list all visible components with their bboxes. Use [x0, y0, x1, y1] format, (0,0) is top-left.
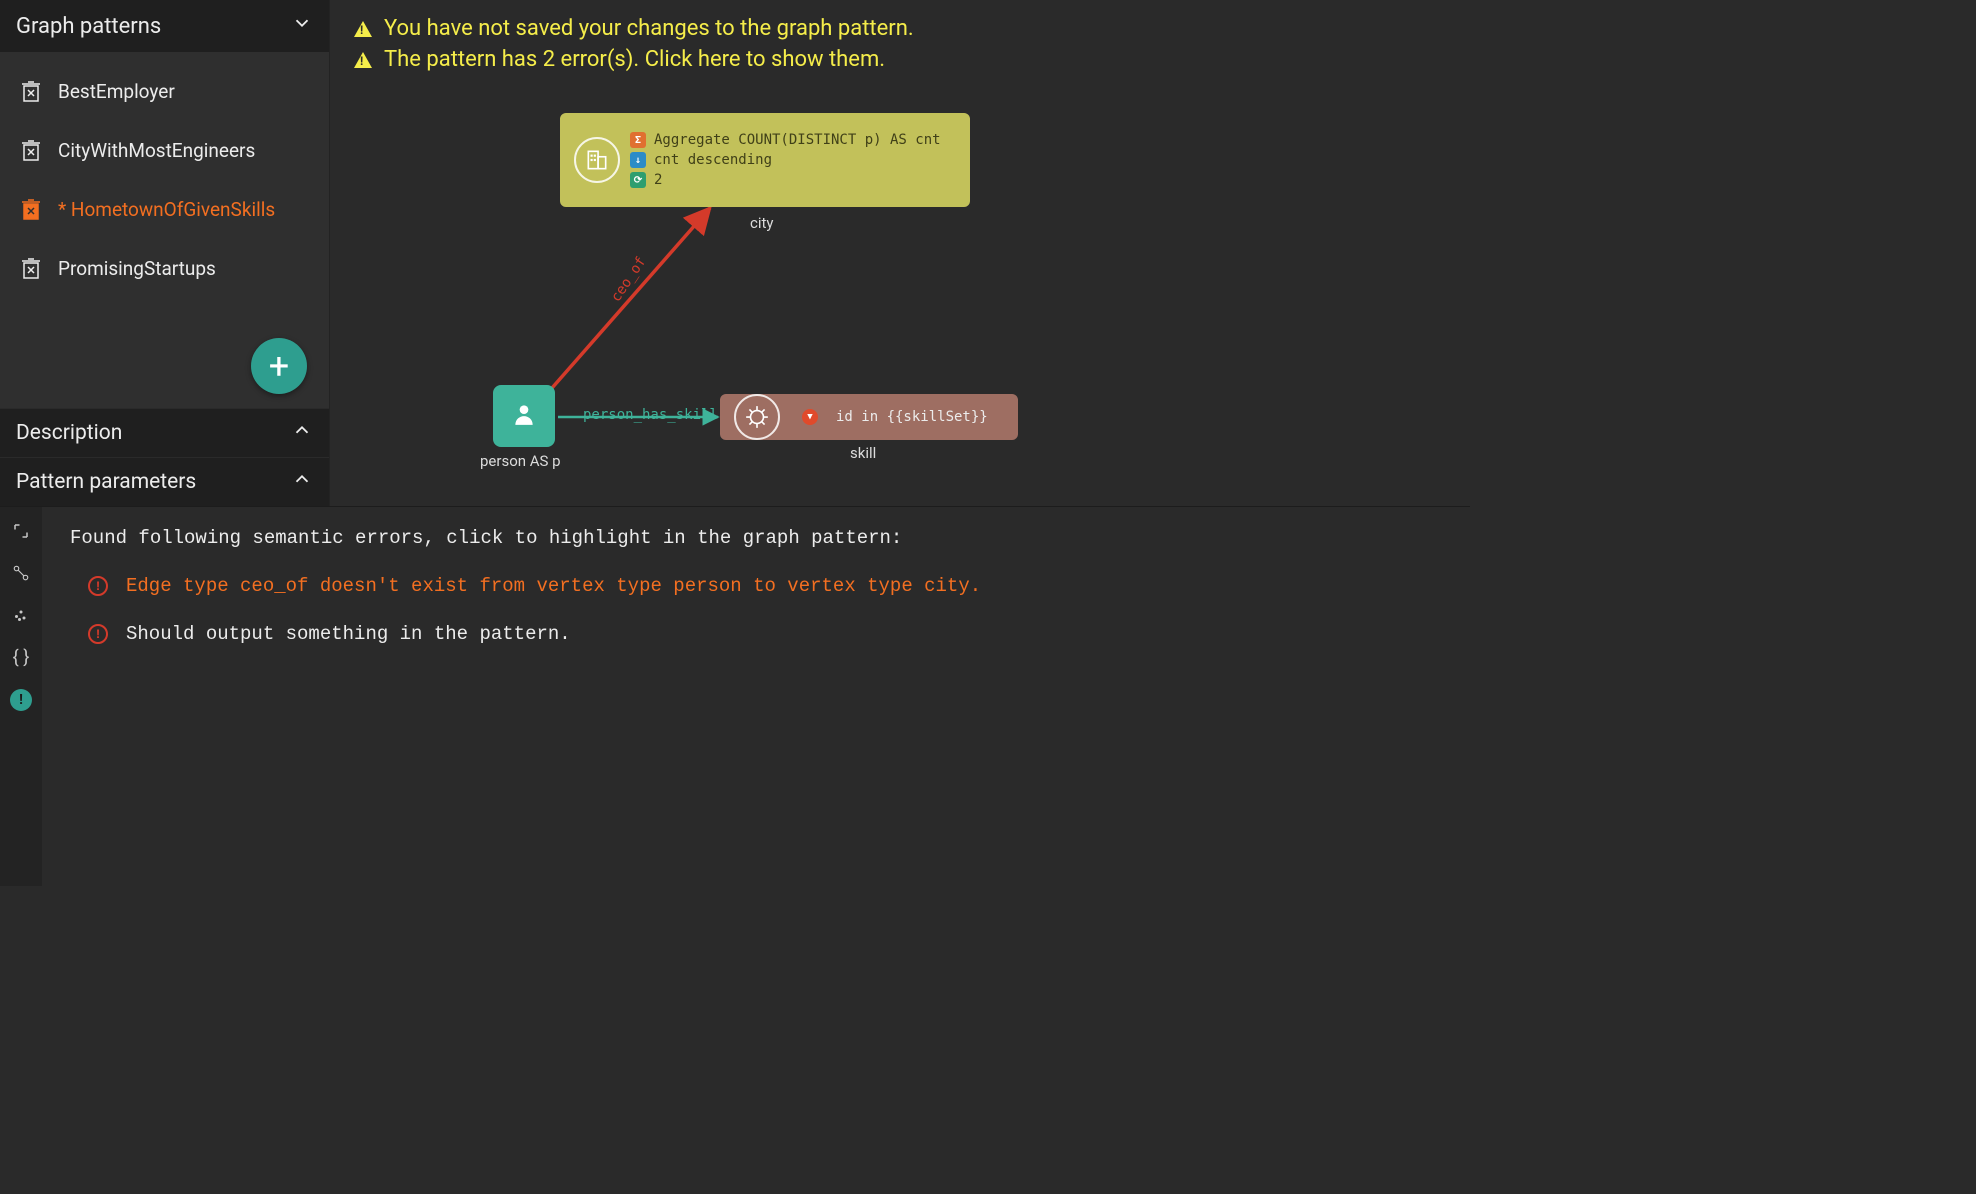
warning-banner: You have not saved your changes to the g…	[354, 16, 914, 72]
graph-canvas[interactable]: You have not saved your changes to the g…	[330, 0, 1470, 506]
banner-errors[interactable]: The pattern has 2 error(s). Click here t…	[354, 47, 914, 72]
node-skill-label: skill	[850, 444, 876, 462]
errors-title: Found following semantic errors, click t…	[70, 527, 1442, 549]
sort-text: cnt descending	[654, 152, 772, 168]
sidebar-section-pattern-parameters[interactable]: Pattern parameters	[0, 457, 329, 506]
section-label: Pattern parameters	[16, 470, 196, 494]
sidebar-item-citywithmostengineers[interactable]: CityWithMostEngineers	[0, 121, 329, 180]
sidebar: Graph patterns BestEmployer CityWithMost	[0, 0, 330, 506]
sidebar-item-promisingstartups[interactable]: PromisingStartups	[0, 239, 329, 298]
warning-icon	[354, 52, 372, 68]
error-icon: !	[88, 576, 108, 596]
edge-label-person-has-skill[interactable]: person_has_skill	[583, 407, 718, 423]
sort-icon: ↓	[630, 152, 646, 168]
error-row[interactable]: ! Should output something in the pattern…	[70, 623, 1442, 645]
node-person[interactable]	[493, 385, 555, 447]
node-city-details: Σ Aggregate COUNT(DISTINCT p) AS cnt ↓ cnt…	[630, 132, 941, 188]
banner-text: The pattern has 2 error(s). Click here t…	[384, 47, 885, 72]
add-pattern-button[interactable]: +	[251, 338, 307, 394]
banner-text: You have not saved your changes to the g…	[384, 16, 914, 41]
aggregate-icon: Σ	[630, 132, 646, 148]
plus-icon: +	[269, 345, 289, 387]
sidebar-item-bestemployer[interactable]: BestEmployer	[0, 62, 329, 121]
chip-icon	[734, 394, 780, 440]
skill-filter-text: id in {{skillSet}}	[836, 409, 988, 425]
trash-icon[interactable]	[22, 199, 40, 221]
sidebar-section-description[interactable]: Description	[0, 408, 329, 457]
node-person-label: person AS p	[480, 452, 561, 470]
person-icon	[511, 401, 537, 431]
error-message: Edge type ceo_of doesn't exist from vert…	[126, 575, 981, 597]
trash-icon[interactable]	[22, 258, 40, 280]
chevron-up-icon	[291, 419, 313, 447]
warning-icon	[354, 21, 372, 37]
errors-list: Found following semantic errors, click t…	[42, 507, 1470, 886]
aggregate-text: Aggregate COUNT(DISTINCT p) AS cnt	[654, 132, 941, 148]
trash-icon[interactable]	[22, 140, 40, 162]
node-skill[interactable]: ▼ id in {{skillSet}}	[720, 394, 1018, 440]
sidebar-item-label: BestEmployer	[58, 80, 175, 103]
filter-icon: ▼	[802, 409, 818, 425]
error-row[interactable]: ! Edge type ceo_of doesn't exist from ve…	[70, 575, 1442, 597]
expand-icon[interactable]	[11, 521, 31, 541]
limit-icon: ⟳	[630, 172, 646, 188]
building-icon	[574, 137, 620, 183]
braces-icon[interactable]: { }	[11, 647, 31, 667]
chevron-up-icon	[291, 468, 313, 496]
trash-icon[interactable]	[22, 81, 40, 103]
sidebar-item-label: CityWithMostEngineers	[58, 139, 255, 162]
chevron-down-icon	[291, 12, 313, 40]
error-icon: !	[88, 624, 108, 644]
limit-text: 2	[654, 172, 662, 188]
pattern-icon[interactable]	[11, 563, 31, 583]
error-message: Should output something in the pattern.	[126, 623, 571, 645]
section-label: Description	[16, 421, 122, 445]
scatter-icon[interactable]	[11, 605, 31, 625]
sidebar-item-hometownofgivenskills[interactable]: * HometownOfGivenSkills	[0, 180, 329, 239]
sidebar-item-label: PromisingStartups	[58, 257, 216, 280]
node-city[interactable]: Σ Aggregate COUNT(DISTINCT p) AS cnt ↓ cnt…	[560, 113, 970, 207]
output-panel: { } ! Found following semantic errors, c…	[0, 506, 1470, 886]
edge-label-ceo-of[interactable]: ceo_of	[608, 254, 650, 305]
sidebar-list: BestEmployer CityWithMostEngineers * Hom…	[0, 52, 329, 408]
sidebar-header-label: Graph patterns	[16, 14, 161, 39]
sidebar-header-graph-patterns[interactable]: Graph patterns	[0, 0, 329, 52]
banner-unsaved[interactable]: You have not saved your changes to the g…	[354, 16, 914, 41]
errors-badge-icon[interactable]: !	[10, 689, 32, 711]
sidebar-item-label: * HometownOfGivenSkills	[58, 198, 275, 221]
output-panel-rail: { } !	[0, 507, 42, 886]
node-city-label: city	[750, 214, 774, 232]
